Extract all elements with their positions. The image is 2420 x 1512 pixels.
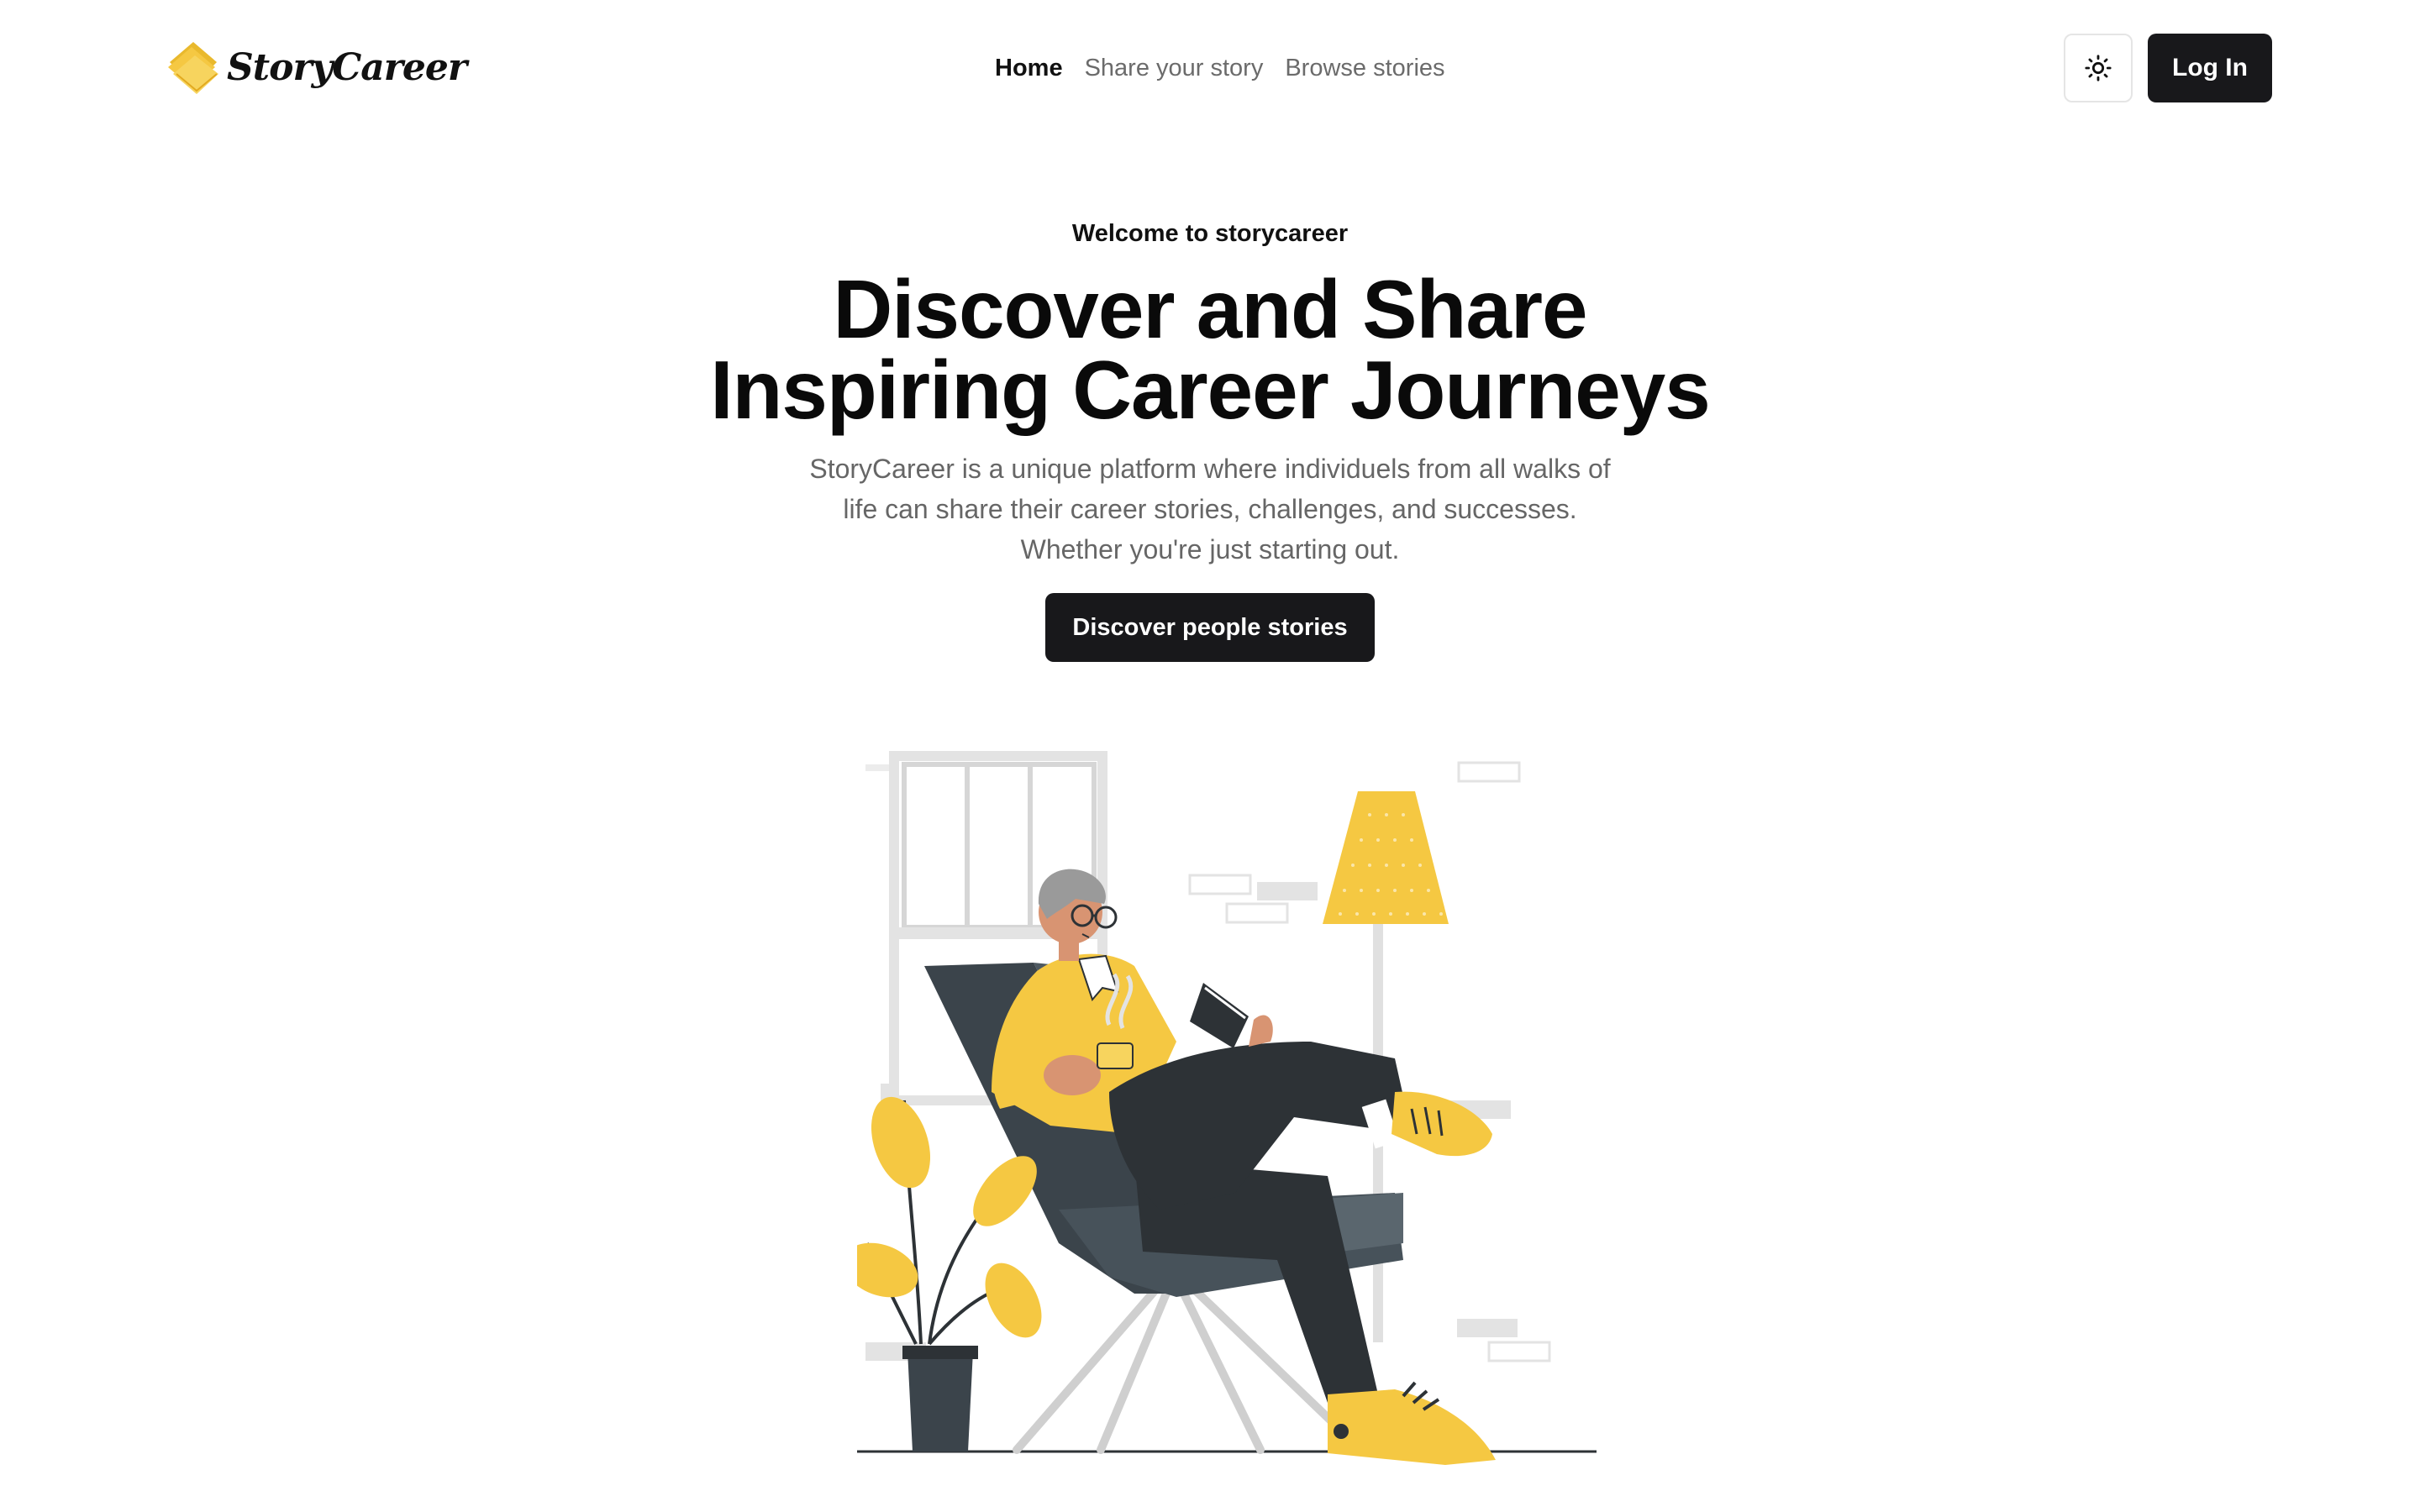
site-header: StoryCareer Home Share your story Browse… (0, 0, 2420, 134)
discover-stories-button[interactable]: Discover people stories (1045, 593, 1375, 662)
nav-browse-stories[interactable]: Browse stories (1285, 55, 1444, 82)
hero-section: Welcome to storycareer Discover and Shar… (0, 210, 2420, 662)
theme-toggle-button[interactable] (2064, 34, 2133, 102)
hero-headline-line-1: Discover and Share (833, 263, 1587, 355)
hero-description-line-2: life can share their career stories, cha… (843, 494, 1577, 524)
main-nav: Home Share your story Browse stories (995, 47, 1445, 89)
nav-share-your-story[interactable]: Share your story (1085, 55, 1264, 82)
hero-headline-line-2: Inspiring Career Journeys (710, 344, 1711, 436)
nav-home[interactable]: Home (995, 55, 1063, 82)
brand-logo[interactable]: StoryCareer (165, 37, 467, 97)
hero-headline: Discover and Share Inspiring Career Jour… (0, 263, 2420, 436)
brand-name: StoryCareer (227, 45, 467, 89)
reading-man-armchair-illustration (857, 751, 1597, 1465)
hero-description-line-1: StoryCareer is a unique platform where i… (809, 454, 1611, 484)
hero-description: StoryCareer is a unique platform where i… (748, 449, 1672, 570)
hero-eyebrow: Welcome to storycareer (1071, 220, 1349, 247)
sun-icon (2085, 55, 2112, 81)
login-button[interactable]: Log In (2148, 34, 2272, 102)
book-stack-icon (168, 42, 218, 94)
hero-description-line-3: Whether you're just starting out. (1020, 534, 1400, 564)
